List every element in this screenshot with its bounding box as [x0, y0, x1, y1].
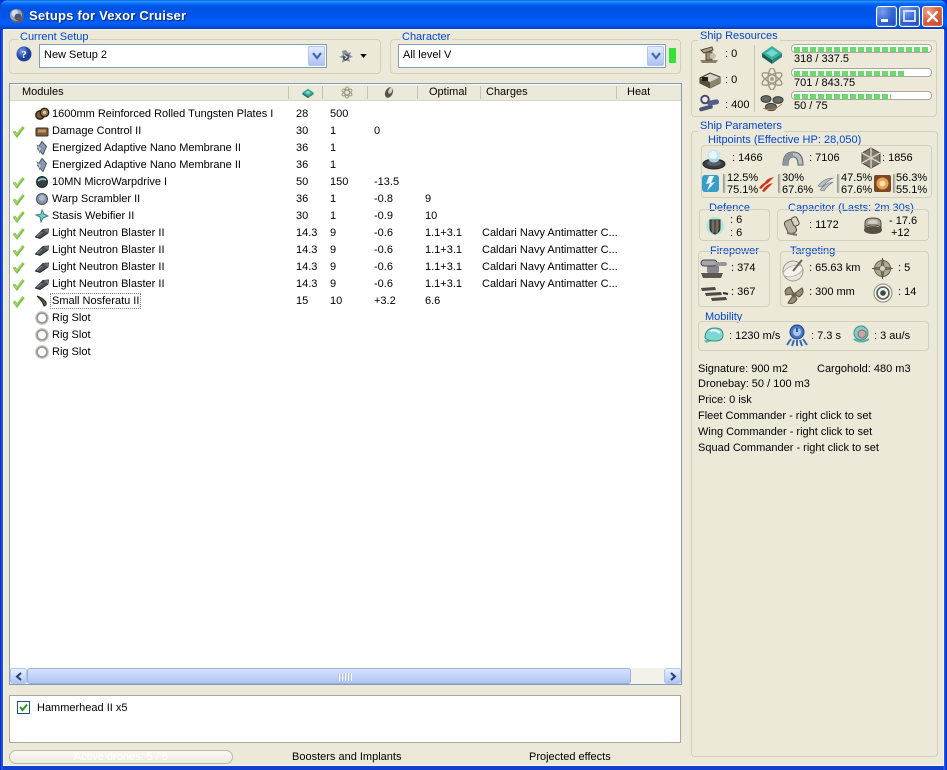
svg-text:?: ?	[21, 49, 27, 61]
